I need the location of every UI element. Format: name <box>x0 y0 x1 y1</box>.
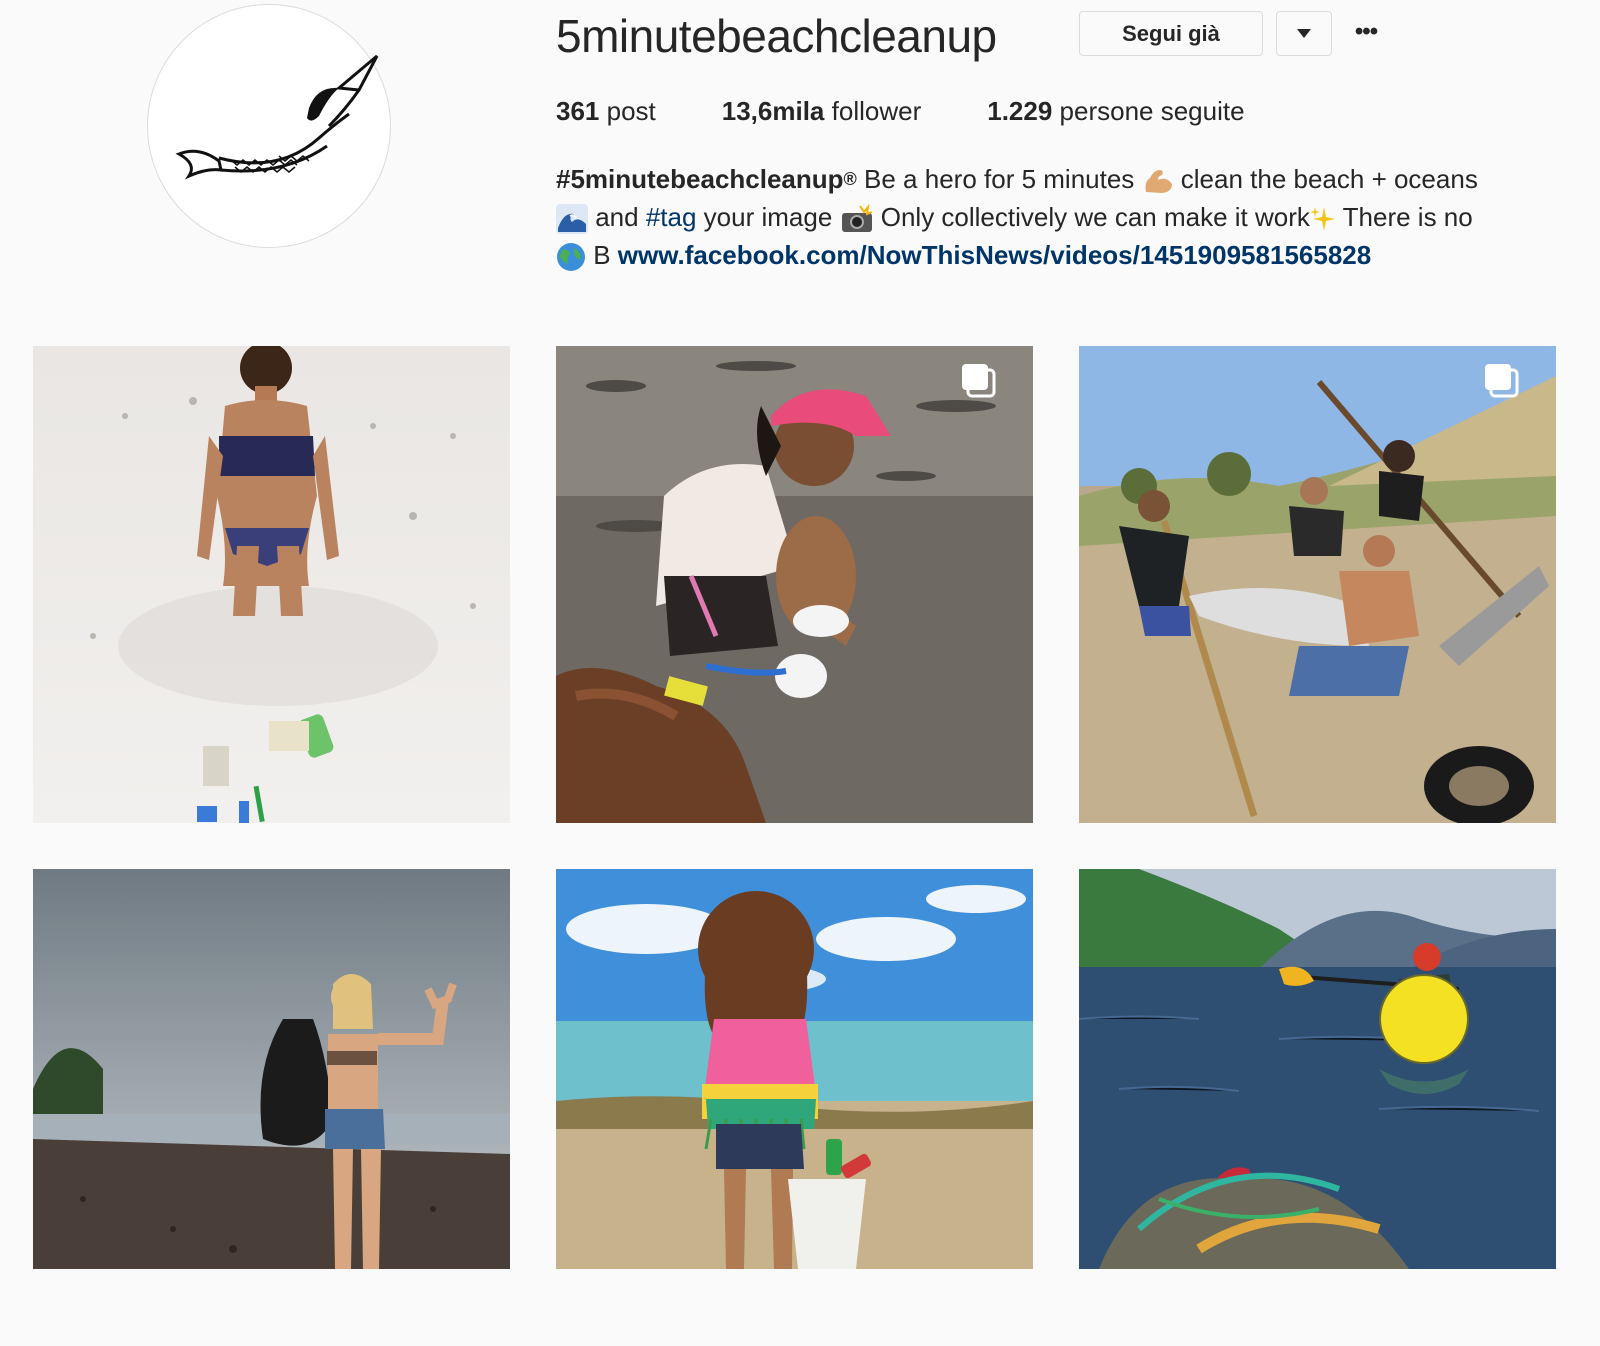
post-image <box>1079 869 1556 1269</box>
post-image <box>556 869 1033 1269</box>
bio-handle: #5minutebeachcleanup <box>556 164 844 194</box>
post-image <box>1079 346 1556 823</box>
stat-followers[interactable]: 13,6mila follower <box>722 96 921 127</box>
camera-flash-icon <box>841 204 872 233</box>
bio-website-link[interactable]: www.facebook.com/NowThisNews/videos/1451… <box>618 240 1371 270</box>
post-image <box>33 346 510 823</box>
post-woman-kneeling-beach[interactable] <box>33 346 510 823</box>
post-image <box>556 346 1033 823</box>
globe-icon <box>557 243 585 272</box>
profile-username: 5minutebeachcleanup <box>556 10 997 62</box>
flexed-biceps-icon <box>1145 170 1172 194</box>
post-image <box>33 869 510 1269</box>
mermaid-logo-icon <box>175 54 379 180</box>
caret-down-icon <box>1297 28 1311 38</box>
following-button[interactable]: Segui già <box>1079 11 1263 56</box>
sparkles-icon <box>1309 207 1335 232</box>
post-kayak-buoy[interactable] <box>1079 869 1556 1346</box>
profile-avatar[interactable] <box>147 4 391 248</box>
post-group-digging-sand[interactable] <box>1079 346 1556 823</box>
post-girl-pink-cap[interactable] <box>556 346 1033 823</box>
suggestions-dropdown-button[interactable] <box>1276 11 1332 56</box>
ellipsis-icon: ••• <box>1354 18 1378 45</box>
profile-stats: 361 post 13,6mila follower 1.229 persone… <box>556 96 1311 127</box>
more-options-button[interactable]: ••• <box>1348 14 1384 50</box>
profile-bio: #5minutebeachcleanup® Be a hero for 5 mi… <box>556 160 1566 274</box>
bio-hashtag-link[interactable]: #tag <box>646 202 697 232</box>
post-girl-bucket-shore[interactable] <box>556 869 1033 1346</box>
water-wave-icon <box>556 204 588 235</box>
stat-posts: 361 post <box>556 96 656 126</box>
post-woman-waving-beach[interactable] <box>33 869 510 1346</box>
stat-following[interactable]: 1.229 persone seguite <box>987 96 1244 127</box>
